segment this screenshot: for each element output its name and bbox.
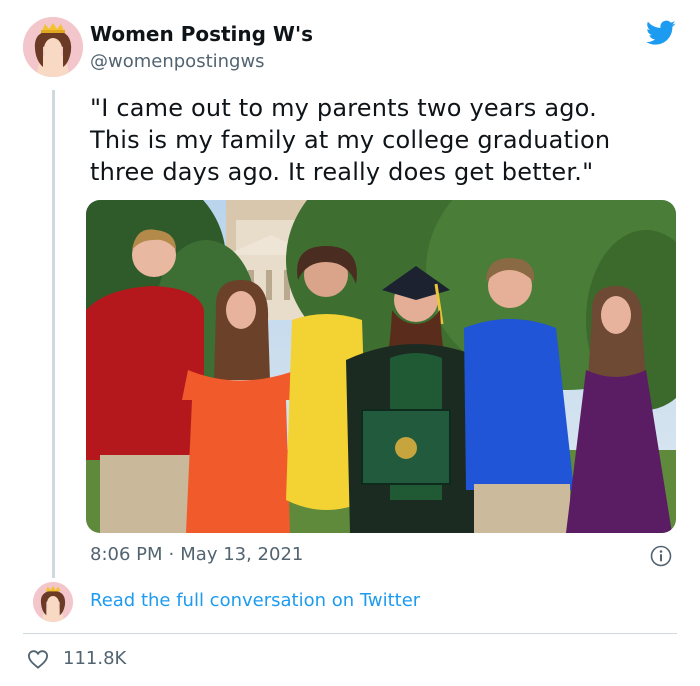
tweet-card: Women Posting W's @womenpostingws "I cam… [0, 0, 700, 686]
tweet-text: "I came out to my parents two years ago.… [90, 92, 680, 188]
author-name[interactable]: Women Posting W's [90, 22, 313, 46]
author-avatar[interactable] [23, 17, 83, 77]
read-conversation-link[interactable]: Read the full conversation on Twitter [90, 590, 420, 611]
tweet-text-line: "I came out to my parents two years ago. [90, 94, 597, 122]
tweet-photo[interactable] [86, 200, 676, 533]
timestamp-separator: · [168, 544, 175, 565]
thread-connector [52, 90, 55, 578]
author-avatar-small[interactable] [33, 582, 73, 622]
tweet-time: 8:06 PM [90, 544, 163, 565]
tweet-text-line: three days ago. It really does get bette… [90, 158, 594, 186]
like-button[interactable]: 111.8K [27, 648, 126, 669]
author-handle[interactable]: @womenpostingws [90, 51, 265, 72]
like-count: 111.8K [63, 648, 127, 669]
info-icon[interactable] [650, 545, 672, 567]
divider [23, 633, 677, 634]
tweet-date: May 13, 2021 [180, 544, 304, 565]
tweet-timestamp[interactable]: 8:06 PM · May 13, 2021 [90, 544, 303, 565]
tweet-text-line: This is my family at my college graduati… [90, 126, 611, 154]
heart-icon[interactable] [27, 649, 49, 669]
twitter-bird-icon[interactable] [646, 20, 676, 46]
